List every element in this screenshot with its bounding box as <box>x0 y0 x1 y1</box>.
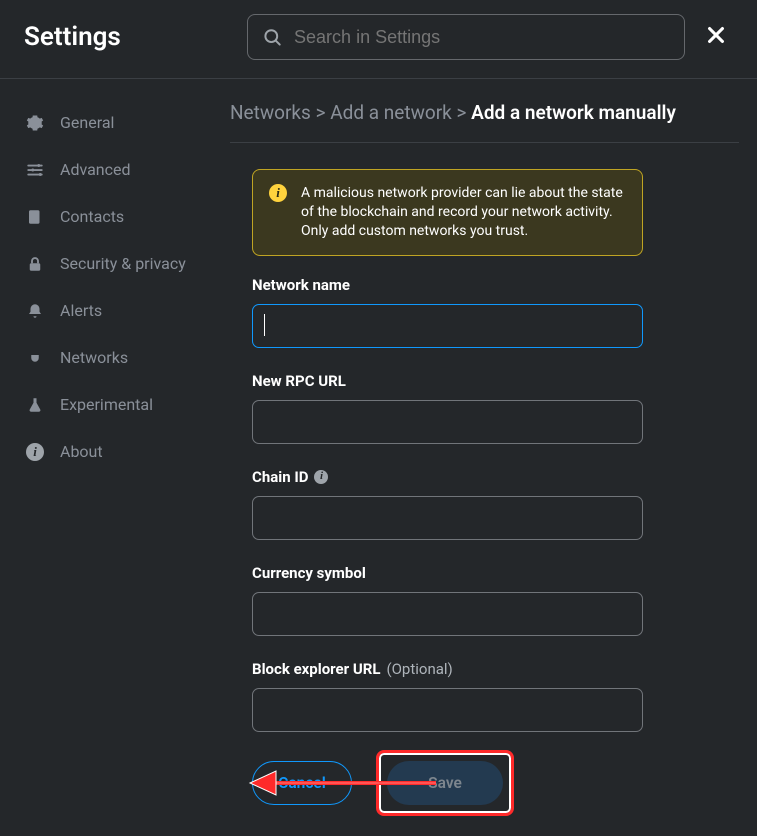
currency-symbol-input[interactable] <box>252 592 643 636</box>
breadcrumb-add-network[interactable]: Add a network <box>330 101 452 124</box>
sidebar-item-label: Advanced <box>60 160 131 179</box>
close-button[interactable] <box>699 18 733 56</box>
search-input[interactable] <box>294 27 670 48</box>
gear-icon <box>26 114 44 132</box>
block-explorer-label-text: Block explorer URL <box>252 660 380 678</box>
sidebar: General Advanced Contacts Security & pri… <box>0 79 220 789</box>
main: Networks > Add a network > Add a network… <box>220 79 757 789</box>
info-icon[interactable]: i <box>314 470 328 484</box>
chain-id-label: Chain ID i <box>252 468 643 486</box>
warning-icon: i <box>269 184 287 202</box>
sliders-icon <box>26 161 44 179</box>
block-explorer-input[interactable] <box>252 688 643 732</box>
warning-text: A malicious network provider can lie abo… <box>301 184 626 241</box>
save-button[interactable]: Save <box>387 761 503 805</box>
sidebar-item-advanced[interactable]: Advanced <box>0 146 220 193</box>
sidebar-item-general[interactable]: General <box>0 99 220 146</box>
optional-text: (Optional) <box>386 660 452 678</box>
search-input-container[interactable] <box>247 14 685 60</box>
sidebar-item-experimental[interactable]: Experimental <box>0 381 220 428</box>
contacts-icon <box>26 208 44 226</box>
breadcrumb: Networks > Add a network > Add a network… <box>230 97 739 142</box>
sidebar-item-label: Experimental <box>60 395 153 414</box>
page-title: Settings <box>24 22 121 52</box>
sidebar-item-networks[interactable]: Networks <box>0 334 220 381</box>
sidebar-item-label: Security & privacy <box>60 254 186 273</box>
form: i A malicious network provider can lie a… <box>230 169 739 836</box>
header: Settings <box>0 0 757 79</box>
breadcrumb-sep: > <box>316 101 326 124</box>
block-explorer-label: Block explorer URL (Optional) <box>252 660 643 678</box>
breadcrumb-networks[interactable]: Networks <box>230 101 311 124</box>
chain-id-label-text: Chain ID <box>252 468 308 486</box>
lock-icon <box>26 255 44 273</box>
close-icon <box>705 24 727 46</box>
bell-icon <box>26 302 44 320</box>
sidebar-item-contacts[interactable]: Contacts <box>0 193 220 240</box>
body: General Advanced Contacts Security & pri… <box>0 79 757 789</box>
breadcrumb-current: Add a network manually <box>471 101 676 124</box>
sidebar-item-label: Contacts <box>60 207 124 226</box>
rpc-url-label: New RPC URL <box>252 372 643 390</box>
sidebar-item-alerts[interactable]: Alerts <box>0 287 220 334</box>
sidebar-item-label: Networks <box>60 348 128 367</box>
sidebar-item-security[interactable]: Security & privacy <box>0 240 220 287</box>
breadcrumb-sep: > <box>457 101 467 124</box>
sidebar-item-label: Alerts <box>60 301 102 320</box>
divider <box>230 142 739 143</box>
plug-icon <box>26 349 44 367</box>
chain-id-input[interactable] <box>252 496 643 540</box>
network-name-input[interactable] <box>252 304 643 348</box>
save-highlight: Save <box>376 750 514 816</box>
network-name-label: Network name <box>252 276 643 294</box>
currency-symbol-label: Currency symbol <box>252 564 643 582</box>
sidebar-item-label: About <box>60 442 103 461</box>
search-icon <box>262 26 282 48</box>
button-row: Cancel Save <box>252 750 643 836</box>
flask-icon <box>26 396 44 414</box>
rpc-url-input[interactable] <box>252 400 643 444</box>
sidebar-item-label: General <box>60 113 114 132</box>
cancel-button[interactable]: Cancel <box>252 761 352 805</box>
info-icon: i <box>26 443 44 461</box>
warning-banner: i A malicious network provider can lie a… <box>252 169 643 256</box>
sidebar-item-about[interactable]: i About <box>0 428 220 475</box>
search-wrap <box>247 14 685 60</box>
